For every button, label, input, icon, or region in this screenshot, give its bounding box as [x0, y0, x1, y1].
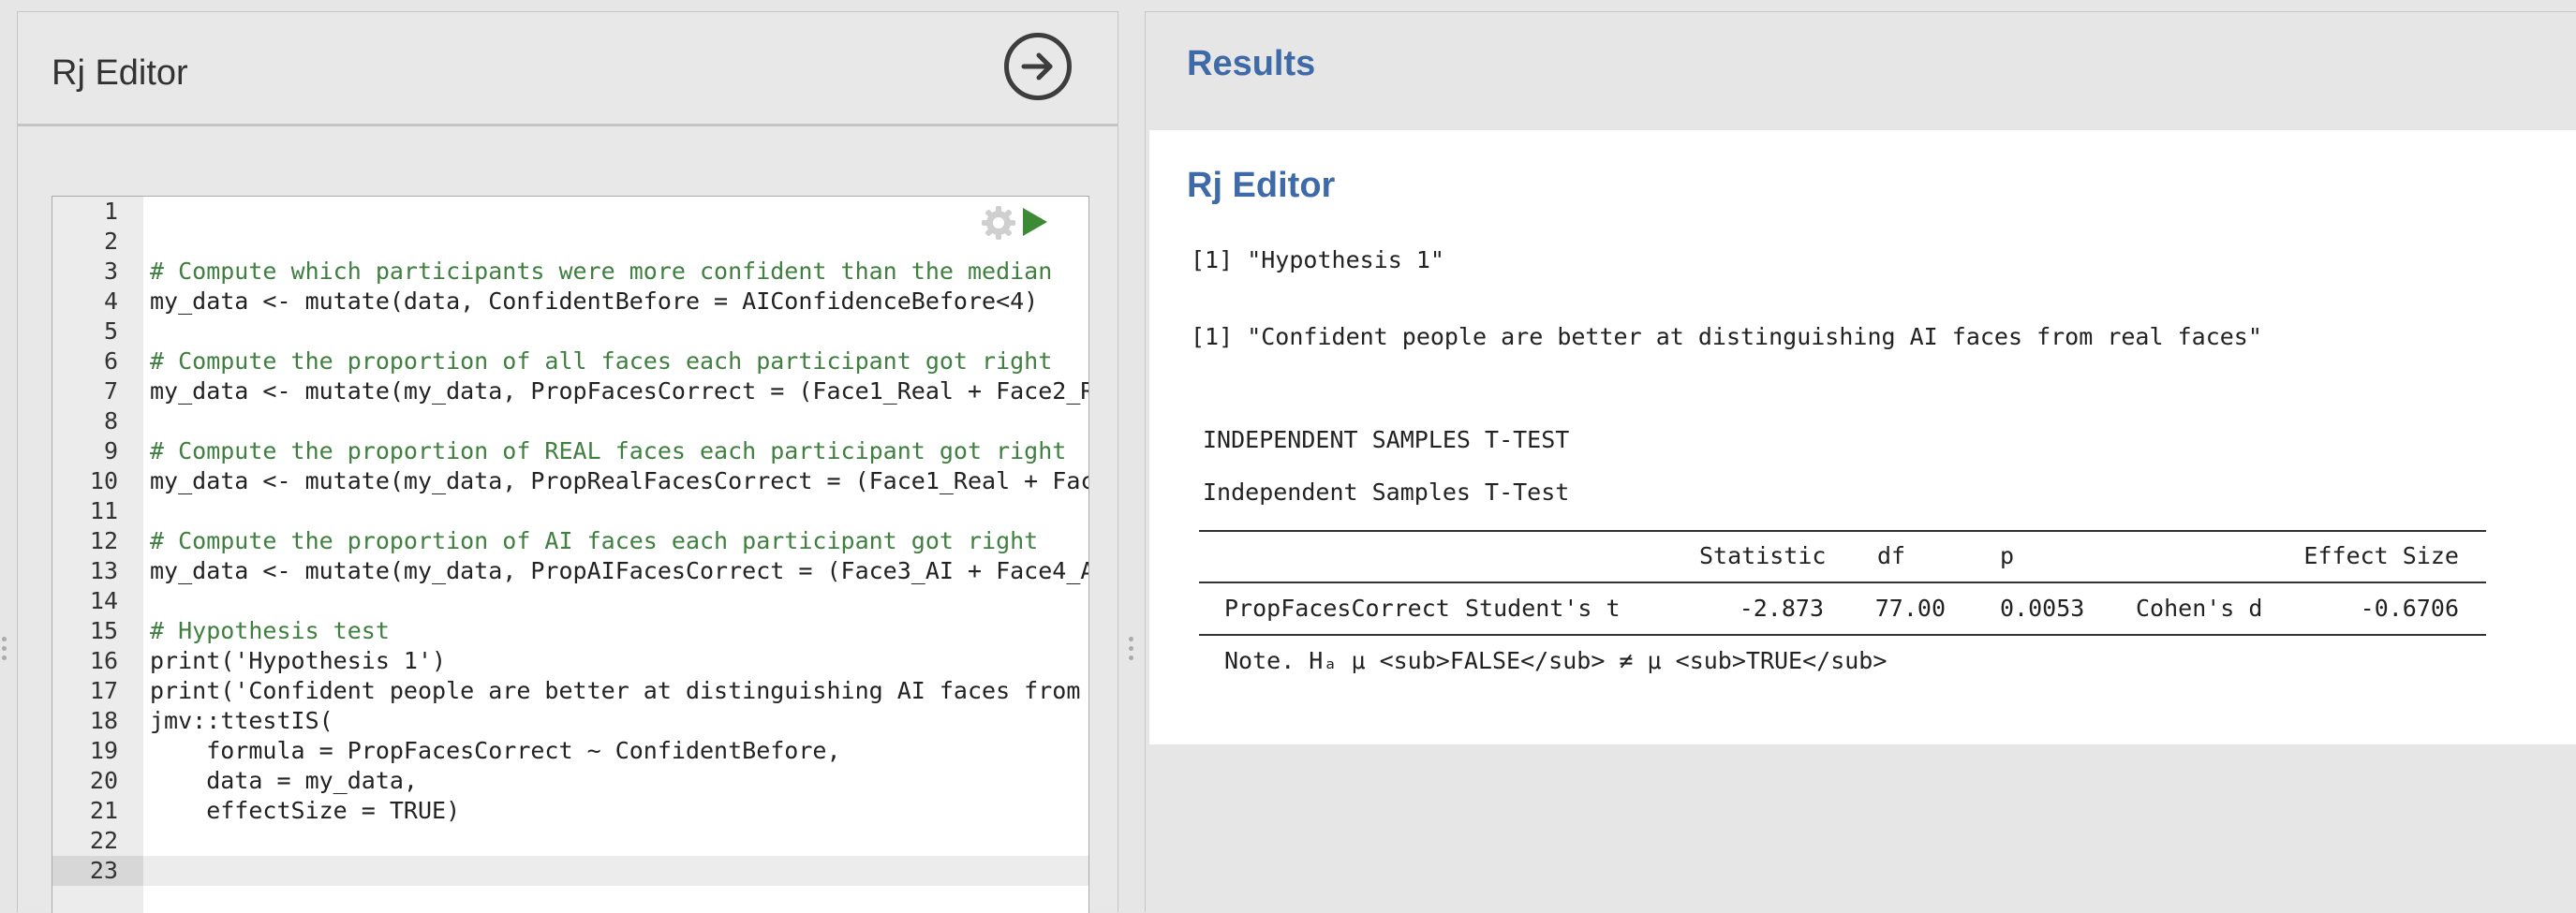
- gear-icon[interactable]: [980, 204, 1017, 246]
- cell-effect-label: Cohen's d: [2136, 595, 2263, 622]
- editor-title: Rj Editor: [52, 53, 188, 93]
- line-number: 17: [89, 677, 118, 704]
- code-line[interactable]: my_data <- mutate(my_data, PropAIFacesCo…: [143, 556, 1088, 586]
- line-number: 19: [89, 737, 118, 764]
- line-number: 15: [89, 617, 118, 644]
- code-line[interactable]: jmv::ttestIS(: [143, 706, 1088, 736]
- line-number: 20: [89, 767, 118, 794]
- code-line[interactable]: print('Hypothesis 1'): [143, 646, 1088, 676]
- code-comment-line[interactable]: # Compute the proportion of all faces ea…: [143, 346, 1088, 376]
- table-note: Note. Hₐ μ <sub>FALSE</sub> ≠ μ <sub>TRU…: [1224, 647, 1888, 674]
- code-comment-line[interactable]: # Hypothesis test: [143, 616, 1088, 646]
- code-line[interactable]: [143, 227, 1088, 257]
- line-number: 22: [89, 827, 118, 854]
- col-header-statistic: Statistic: [1699, 542, 1827, 569]
- line-number: 10: [89, 467, 118, 494]
- cell-effect-value: -0.6706: [2360, 595, 2459, 622]
- line-number: 8: [103, 407, 118, 434]
- code-line[interactable]: [143, 856, 1088, 886]
- results-title: Results: [1187, 44, 1316, 83]
- line-number: 1: [103, 198, 118, 225]
- code-area[interactable]: # Compute which participants were more c…: [143, 197, 1088, 886]
- line-number: 14: [89, 587, 118, 614]
- output-line-1: [1] "Hypothesis 1": [1191, 246, 1444, 273]
- cell-test: Student's t: [1465, 595, 1621, 622]
- code-comment-line[interactable]: # Compute the proportion of REAL faces e…: [143, 436, 1088, 466]
- results-section-title[interactable]: Rj Editor: [1187, 166, 1335, 206]
- code-line[interactable]: [143, 496, 1088, 526]
- line-number: 7: [103, 377, 118, 405]
- code-line[interactable]: my_data <- mutate(data, ConfidentBefore …: [143, 287, 1088, 317]
- arrow-right-circle-icon[interactable]: [1004, 33, 1072, 100]
- line-number: 16: [89, 647, 118, 674]
- code-line[interactable]: [143, 586, 1088, 616]
- code-line[interactable]: my_data <- mutate(my_data, PropFacesCorr…: [143, 376, 1088, 406]
- code-line[interactable]: [143, 317, 1088, 346]
- code-editor[interactable]: 1 2 3 4 5 6 7 8 9 10 11 12 13 14 15 16 17 18 19 20 21 22 23 # …: [52, 196, 1089, 913]
- line-number: 18: [89, 707, 118, 734]
- col-header-effect-size: Effect Size: [2303, 542, 2459, 569]
- line-number: 6: [103, 347, 118, 375]
- play-icon[interactable]: [1021, 206, 1049, 243]
- code-line[interactable]: effectSize = TRUE): [143, 796, 1088, 826]
- cell-p: 0.0053: [2000, 595, 2085, 622]
- line-number: 5: [103, 317, 118, 345]
- line-number: 2: [103, 228, 118, 255]
- line-number: 3: [103, 258, 118, 285]
- panel-splitter-handle[interactable]: [1129, 637, 1134, 665]
- line-number: 21: [89, 797, 118, 824]
- code-line[interactable]: [143, 406, 1088, 436]
- code-line[interactable]: [143, 826, 1088, 856]
- line-number: 13: [89, 557, 118, 584]
- table-bottom-rule: [1199, 634, 2486, 636]
- rj-editor-panel: Rj Editor 1 2 3 4 5 6 7 8 9 10 11 12 13 14 15 16 17 18 19 2…: [17, 11, 1118, 913]
- line-number: 12: [89, 527, 118, 554]
- table-heading: INDEPENDENT SAMPLES T-TEST: [1203, 426, 1570, 453]
- code-line[interactable]: [143, 197, 1088, 227]
- results-body: Rj Editor [1] "Hypothesis 1" [1] "Confid…: [1149, 130, 2576, 744]
- code-line[interactable]: formula = PropFacesCorrect ~ ConfidentBe…: [143, 736, 1088, 766]
- code-line[interactable]: print('Confident people are better at di…: [143, 676, 1088, 706]
- editor-header: Rj Editor: [18, 12, 1118, 126]
- line-number: 23: [52, 856, 143, 886]
- left-splitter-handle[interactable]: [2, 637, 7, 665]
- output-line-2: [1] "Confident people are better at dist…: [1191, 323, 2262, 350]
- cell-statistic: -2.873: [1739, 595, 1824, 622]
- cell-variable: PropFacesCorrect: [1224, 595, 1450, 622]
- line-number-gutter: 1 2 3 4 5 6 7 8 9 10 11 12 13 14 15 16 17 18 19 20 21 22 23: [52, 197, 143, 913]
- table-top-rule: [1199, 530, 2486, 532]
- code-line[interactable]: data = my_data,: [143, 766, 1088, 796]
- line-number: 11: [89, 497, 118, 524]
- line-number: 9: [103, 437, 118, 464]
- line-number: 4: [103, 287, 118, 315]
- table-header-rule: [1199, 582, 2486, 583]
- results-panel: Results Rj Editor [1] "Hypothesis 1" [1]…: [1145, 11, 2576, 912]
- code-comment-line[interactable]: # Compute the proportion of AI faces eac…: [143, 526, 1088, 556]
- code-comment-line[interactable]: # Compute which participants were more c…: [143, 257, 1088, 287]
- col-header-p: p: [2000, 542, 2015, 569]
- table-title: Independent Samples T-Test: [1203, 479, 1570, 506]
- col-header-df: df: [1877, 542, 1906, 569]
- code-line[interactable]: my_data <- mutate(my_data, PropRealFaces…: [143, 466, 1088, 496]
- cell-df: 77.00: [1874, 595, 1946, 622]
